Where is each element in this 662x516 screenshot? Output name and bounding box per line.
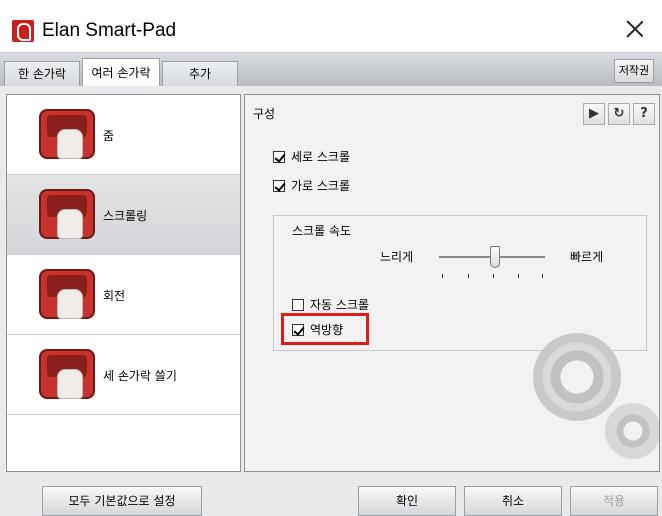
slider-tick	[442, 274, 443, 278]
close-icon[interactable]	[620, 14, 650, 44]
rotate-gesture-icon	[39, 269, 95, 319]
scroll-gesture-icon	[39, 189, 95, 239]
gesture-list: 줌 스크롤링 회전 세 손가락 쓸기	[6, 94, 241, 472]
window-title: Elan Smart-Pad	[42, 20, 177, 41]
gear-icon	[533, 333, 621, 421]
checkbox-label: 자동 스크롤	[310, 298, 370, 312]
vertical-scroll-checkbox[interactable]: 세로 스크롤	[273, 150, 350, 164]
reset-defaults-button[interactable]: 모두 기본값으로 설정	[42, 486, 202, 516]
apply-button[interactable]: 적용	[570, 486, 658, 516]
checkbox-checked-icon	[273, 180, 285, 192]
gesture-label: 회전	[103, 289, 126, 303]
group-title: 스크롤 속도	[292, 224, 352, 238]
settings-panel: 구성 ▶ ↻ ? 세로 스크롤 가로 스크롤 스크롤 속도 느리게 빠르게 자동…	[244, 94, 660, 472]
help-icon[interactable]: ?	[633, 103, 655, 125]
slider-tick	[468, 274, 469, 278]
play-icon[interactable]: ▶	[583, 103, 605, 125]
three-finger-swipe-icon	[39, 349, 95, 399]
zoom-gesture-icon	[39, 109, 95, 159]
checkbox-checked-icon	[273, 151, 285, 163]
footer-bar: 모두 기본값으로 설정 확인 취소 적용	[0, 480, 662, 516]
gesture-label: 줌	[103, 129, 115, 143]
panel-title: 구성	[253, 107, 276, 121]
gesture-item-three-finger-swipe[interactable]: 세 손가락 쓸기	[7, 335, 240, 415]
checkbox-unchecked-icon	[292, 299, 304, 311]
checkbox-label: 세로 스크롤	[291, 150, 351, 164]
slider-tick	[493, 274, 494, 278]
gear-icon	[605, 403, 659, 459]
gesture-label: 스크롤링	[103, 209, 148, 223]
refresh-icon[interactable]: ↻	[608, 103, 630, 125]
gesture-item-scrolling[interactable]: 스크롤링	[7, 175, 240, 255]
gesture-item-zoom[interactable]: 줌	[7, 95, 240, 175]
auto-scroll-checkbox[interactable]: 자동 스크롤	[292, 298, 369, 312]
gesture-item-rotate[interactable]: 회전	[7, 255, 240, 335]
tab-one-finger[interactable]: 한 손가락	[4, 61, 80, 87]
panel-header: 구성 ▶ ↻ ?	[245, 95, 659, 127]
content-area: 줌 스크롤링 회전 세 손가락 쓸기 구성 ▶ ↻ ? 세로 스크롤 가로 스크…	[0, 86, 662, 480]
speed-slider-thumb[interactable]	[490, 246, 500, 268]
tab-strip: 한 손가락 여러 손가락 추가 저작권	[0, 52, 662, 88]
gesture-label: 세 손가락 쓸기	[103, 369, 177, 383]
tab-multi-finger[interactable]: 여러 손가락	[82, 58, 160, 88]
reverse-highlight-box	[281, 313, 369, 345]
copyright-button[interactable]: 저작권	[614, 59, 654, 83]
slider-tick	[518, 274, 519, 278]
cancel-button[interactable]: 취소	[464, 486, 562, 516]
fast-label: 빠르게	[570, 250, 604, 264]
ok-button[interactable]: 확인	[358, 486, 456, 516]
elan-app-icon	[12, 20, 34, 42]
slow-label: 느리게	[380, 250, 414, 264]
horizontal-scroll-checkbox[interactable]: 가로 스크롤	[273, 179, 350, 193]
slider-tick	[542, 274, 543, 278]
checkbox-label: 가로 스크롤	[291, 179, 351, 193]
title-bar: Elan Smart-Pad	[0, 0, 662, 52]
tab-extra[interactable]: 추가	[162, 61, 238, 87]
